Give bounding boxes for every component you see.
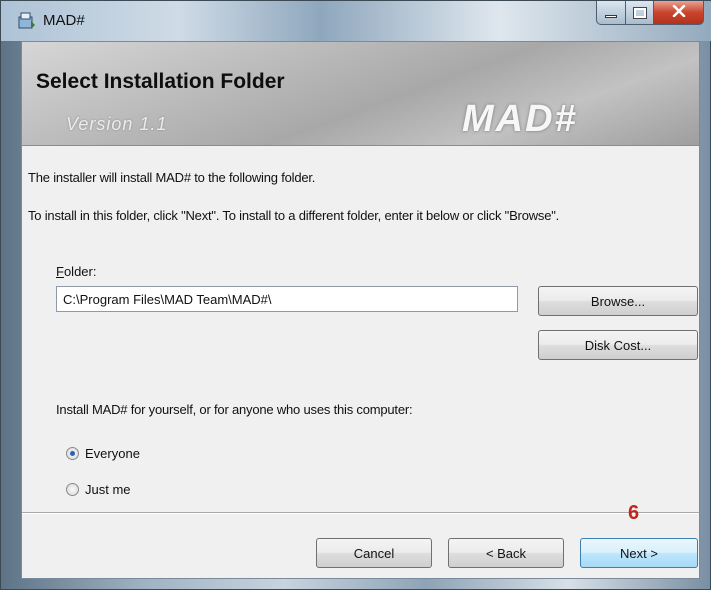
window-controls (596, 1, 704, 25)
minimize-icon (605, 15, 617, 18)
header-banner: Select Installation Folder Version 1.1 M… (22, 42, 699, 146)
folder-label-accelerator: F (56, 264, 64, 279)
minimize-button[interactable] (596, 1, 626, 25)
installer-icon (17, 11, 37, 31)
radio-button-selected[interactable] (66, 447, 79, 460)
radio-just-me-label: Just me (85, 482, 131, 497)
title-bar[interactable]: MAD# (1, 1, 711, 41)
radio-button-unselected[interactable] (66, 483, 79, 496)
page-title: Select Installation Folder (36, 70, 285, 93)
close-button[interactable] (654, 1, 704, 25)
install-for-prompt: Install MAD# for yourself, or for anyone… (56, 402, 413, 417)
cancel-button[interactable]: Cancel (316, 538, 432, 568)
radio-everyone-label: Everyone (85, 446, 140, 461)
browse-button[interactable]: Browse... (538, 286, 698, 316)
dialog-client-area: Select Installation Folder Version 1.1 M… (21, 41, 700, 579)
instructions-text: To install in this folder, click "Next".… (28, 208, 560, 223)
footer-divider (22, 512, 699, 514)
maximize-icon (632, 6, 647, 19)
back-button[interactable]: < Back (448, 538, 564, 568)
radio-just-me[interactable]: Just me (66, 482, 131, 497)
folder-label-text: older: (63, 264, 97, 279)
next-button[interactable]: Next > (580, 538, 698, 568)
folder-label: Folder: (56, 264, 96, 279)
radio-everyone[interactable]: Everyone (66, 446, 140, 461)
window-frame: MAD# Select Installation Folder Version … (0, 0, 711, 590)
close-icon (672, 4, 686, 22)
maximize-button[interactable] (626, 1, 654, 25)
product-logo: MAD# (462, 98, 578, 140)
version-label: Version 1.1 (66, 114, 168, 134)
folder-path-input[interactable] (56, 286, 518, 312)
step-number-annotation: 6 (628, 502, 640, 524)
intro-text: The installer will install MAD# to the f… (28, 170, 316, 185)
disk-cost-button[interactable]: Disk Cost... (538, 330, 698, 360)
window-title: MAD# (43, 12, 85, 29)
